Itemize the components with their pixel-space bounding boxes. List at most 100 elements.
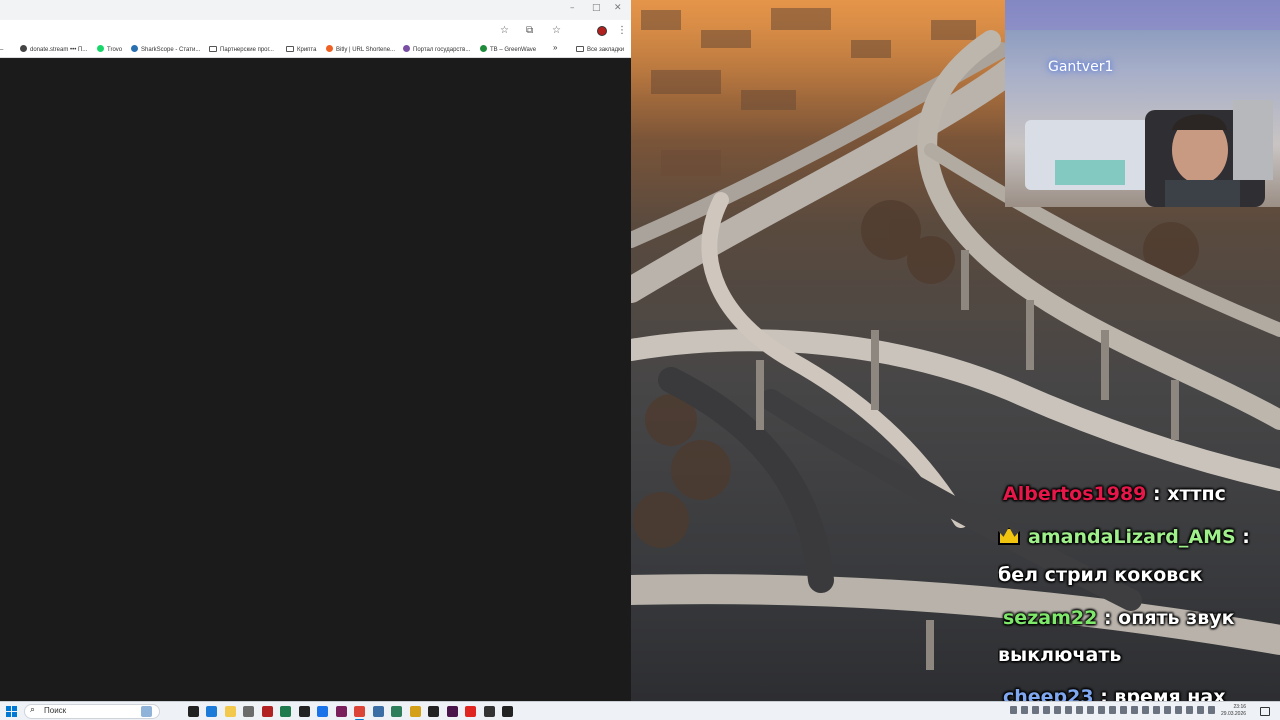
browser-titlebar: – □ ✕ [0, 0, 631, 20]
maximize-button[interactable]: □ [592, 3, 601, 13]
bookmark-trovo[interactable]: Trovo [97, 45, 122, 55]
bookmark-partners-folder[interactable]: Партнерские прог... [209, 45, 274, 55]
tray-icon[interactable] [1120, 706, 1127, 714]
h-icon[interactable] [502, 706, 513, 717]
chat-message: Albertos1989 : хттпс [1003, 483, 1226, 505]
tray-icon[interactable] [1197, 706, 1204, 714]
close-button[interactable]: ✕ [614, 3, 622, 13]
folder-icon [209, 46, 217, 52]
bitly-icon [326, 45, 333, 52]
chat-message-continuation: выключать [998, 644, 1122, 666]
chrome-icon[interactable] [317, 706, 328, 717]
tray-icon[interactable] [1153, 706, 1160, 714]
chat-nick: cheep23 [1003, 686, 1094, 701]
screen: – □ ✕ ☆ ⧉ ☆ ⋮ – donate.stream ••• П... T… [0, 0, 1280, 720]
tray-icon[interactable] [1021, 706, 1028, 714]
extensions-icon[interactable]: ⧉ [526, 24, 533, 38]
tray-icon[interactable] [1175, 706, 1182, 714]
cpu-z-icon[interactable] [261, 706, 273, 717]
tray-icon[interactable] [1186, 706, 1193, 714]
tray-icon[interactable] [1076, 706, 1083, 714]
tray-icon[interactable] [1098, 706, 1105, 714]
poker-icon[interactable] [409, 706, 421, 717]
app-icon[interactable] [335, 706, 347, 717]
chat-overlay: Albertos1989 : хттпс amandaLizard_AMS : … [998, 480, 1280, 701]
bookmark-gov-portal[interactable]: Портал государств... [403, 45, 470, 55]
address-bar[interactable] [0, 23, 490, 39]
all-bookmarks-button[interactable]: Все закладки [576, 45, 624, 55]
terminal-icon[interactable] [280, 706, 291, 717]
tray-icon[interactable] [1109, 706, 1116, 714]
taskbar-search-label: Поиск [44, 706, 67, 715]
bookmarks-bar: – donate.stream ••• П... Trovo SharkScop… [0, 42, 631, 58]
bookmark-crypto-folder[interactable]: Крипта [286, 45, 316, 55]
browser-window: – □ ✕ ☆ ⧉ ☆ ⋮ – donate.stream ••• П... T… [0, 0, 631, 701]
tray-icon[interactable] [1010, 706, 1017, 714]
browser-page-content [0, 59, 631, 701]
vpn-icon[interactable] [428, 706, 439, 717]
chat-message: amandaLizard_AMS : [998, 526, 1250, 548]
explorer-icon[interactable] [224, 706, 236, 717]
minimize-button[interactable]: – [570, 3, 575, 13]
tool-icon[interactable] [243, 706, 254, 717]
tray-icon[interactable] [1065, 706, 1072, 714]
chat-text: : время нах [1093, 686, 1226, 701]
chat-nick: sezam22 [1003, 607, 1098, 629]
chat-nick: amandaLizard_AMS [1028, 526, 1236, 548]
bookmarks-scroll-left[interactable]: – [0, 45, 3, 55]
chat-nick: Albertos1989 [1003, 483, 1147, 505]
clock-date: 29.03.2026 [1221, 711, 1247, 717]
tray-icon[interactable] [1164, 706, 1171, 714]
tray-icon[interactable] [1043, 706, 1050, 714]
windows-taskbar: ⌕ Поиск 23:16 29.03.2026 [0, 701, 1280, 720]
yandex-icon[interactable] [465, 706, 476, 717]
greenwave-icon [480, 45, 487, 52]
folder-icon [286, 46, 294, 52]
chat-message-continuation: бел стрил коковск [998, 564, 1203, 586]
chrome-profile-icon[interactable] [354, 706, 365, 717]
menu-icon[interactable]: ⋮ [617, 24, 627, 38]
app2-icon[interactable] [446, 706, 458, 717]
chat-text: : опять звук [1097, 607, 1235, 629]
bookmark-icon[interactable]: ☆ [552, 24, 561, 38]
trovo-icon [97, 45, 104, 52]
spreadsheet-icon[interactable] [391, 706, 402, 717]
notification-icon[interactable] [1260, 707, 1270, 716]
bookmark-donate[interactable]: donate.stream ••• П... [20, 45, 87, 55]
webcam-illustration [1005, 0, 1280, 207]
webcam-feed [1005, 0, 1280, 207]
chat-message: cheep23 : время нах [1003, 686, 1226, 701]
taskbar-clock[interactable]: 23:16 29.03.2026 [1221, 704, 1246, 718]
donate-icon [20, 45, 27, 52]
star-icon[interactable]: ☆ [500, 24, 509, 38]
browser-toolbar: ☆ ⧉ ☆ ⋮ [0, 20, 631, 42]
tray-icon[interactable] [1142, 706, 1149, 714]
tray-icon[interactable] [1054, 706, 1061, 714]
lighthouse-icon[interactable] [141, 706, 152, 717]
crown-icon [998, 527, 1020, 545]
bookmark-sharkscope[interactable]: SharkScope - Стати... [131, 45, 200, 55]
sharkscope-icon [131, 45, 138, 52]
windows-start-icon[interactable] [6, 706, 17, 717]
obs-icon[interactable] [298, 706, 310, 717]
edge-icon[interactable] [206, 706, 217, 717]
app3-icon[interactable] [483, 706, 495, 717]
tray-icon[interactable] [1131, 706, 1138, 714]
gov-icon [403, 45, 410, 52]
profile-avatar[interactable] [597, 26, 607, 36]
bookmarks-overflow-button[interactable]: » [553, 43, 557, 53]
task-view-icon[interactable] [187, 706, 199, 717]
tray-icon[interactable] [1087, 706, 1094, 714]
folder-icon [576, 46, 584, 52]
search-icon: ⌕ [30, 705, 36, 715]
tray-icon[interactable] [1208, 706, 1215, 714]
chat-text: : хттпс [1146, 483, 1226, 505]
chat-message: sezam22 : опять звук [1003, 607, 1235, 629]
calculator-icon[interactable] [372, 706, 384, 717]
clock-time: 23:16 [1233, 704, 1247, 710]
bookmark-bitly[interactable]: Bitly | URL Shortene... [326, 45, 395, 55]
bookmark-greenwave[interactable]: TB – GreenWave [480, 45, 536, 55]
webcam-name-label: Gantver1 [1048, 59, 1114, 75]
tray-icon[interactable] [1032, 706, 1039, 714]
chat-text: : [1235, 526, 1250, 548]
